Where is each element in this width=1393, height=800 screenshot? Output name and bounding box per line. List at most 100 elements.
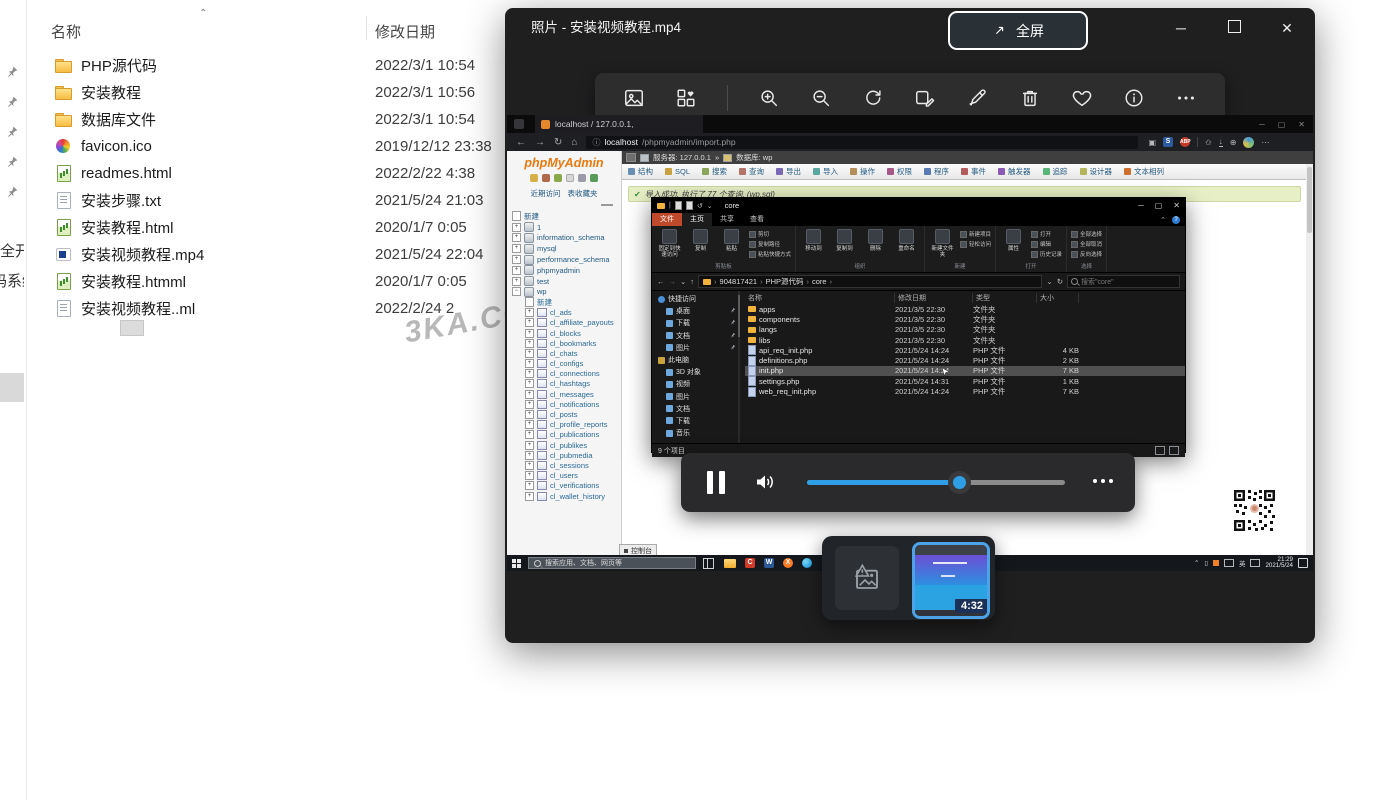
ribbon-small-button[interactable]: 全部选择	[1071, 230, 1102, 238]
back-icon[interactable]: ←	[516, 137, 526, 148]
path-segment[interactable]: PHP源代码	[766, 276, 804, 287]
refresh-icon[interactable]: ↻	[1057, 277, 1063, 286]
nav-item-desktop[interactable]: 桌面	[652, 305, 740, 317]
pma-db-item[interactable]: +mysql	[512, 243, 621, 254]
pma-table-item[interactable]: +cl_ads	[512, 308, 621, 318]
extension-s-icon[interactable]: S	[1163, 137, 1173, 147]
translate-icon[interactable]: ⊕	[1230, 138, 1237, 147]
pma-db-item[interactable]: 新建	[512, 211, 621, 222]
ribbon-button[interactable]: 复制到	[831, 228, 858, 252]
pinned-item-pin-icon[interactable]	[6, 116, 19, 146]
download-icon[interactable]: ↓	[1219, 137, 1223, 147]
file-row[interactable]: readmes.html2022/2/22 4:38	[40, 160, 502, 187]
nav-item-document[interactable]: 文档	[652, 330, 740, 342]
tree-expander-icon[interactable]: −	[512, 287, 521, 296]
browser-tab[interactable]: localhost / 127.0.0.1,	[535, 115, 703, 133]
file-row[interactable]: 安装教程2022/3/1 10:56	[40, 79, 502, 106]
player-more-button[interactable]	[1093, 479, 1113, 483]
qat-doc-icon[interactable]	[675, 201, 682, 210]
pma-db-item[interactable]: −wp	[512, 287, 621, 298]
pma-tab-9[interactable]: 事件	[955, 166, 992, 177]
tree-expander-icon[interactable]: +	[512, 244, 521, 253]
recent-dropdown-icon[interactable]: ⌄	[680, 277, 686, 286]
inner-minimize[interactable]: ─	[1138, 201, 1144, 210]
ribbon-small-button[interactable]: 剪切	[749, 230, 791, 238]
column-header-name[interactable]: 名称	[51, 21, 81, 42]
sort-ascending-icon[interactable]: ⌃	[199, 8, 207, 19]
path-segment[interactable]: core	[812, 277, 827, 286]
thumbnail-view-icon[interactable]	[1169, 446, 1179, 455]
tray-chevron-icon[interactable]: ⌃	[1194, 559, 1199, 567]
pma-tab-12[interactable]: 设计器	[1074, 166, 1119, 177]
nav-item-download[interactable]: 下载	[652, 415, 740, 427]
ribbon-button[interactable]: 固定到快速访问	[656, 228, 683, 258]
ribbon-small-button[interactable]: 新建项目	[960, 230, 991, 238]
pma-db-item[interactable]: +test	[512, 276, 621, 287]
pma-table-item[interactable]: +cl_verifications	[512, 481, 621, 491]
ribbon-button[interactable]: 删除	[862, 228, 889, 252]
ribbon-small-button[interactable]: 轻松访问	[960, 240, 991, 248]
pma-tab-7[interactable]: 权限	[881, 166, 918, 177]
logout-icon[interactable]	[542, 174, 550, 182]
volume-button[interactable]	[753, 470, 777, 499]
search-box[interactable]: 搜索"core"	[1067, 275, 1180, 288]
maximize-button[interactable]	[1226, 20, 1242, 36]
zoom-out-icon[interactable]	[810, 87, 832, 109]
column-separator[interactable]	[366, 16, 367, 40]
tree-expander-icon[interactable]: +	[525, 410, 534, 419]
details-view-icon[interactable]	[1155, 446, 1165, 455]
pma-tab-0[interactable]: 结构	[622, 166, 659, 177]
pinned-item-pin-icon[interactable]	[6, 146, 19, 176]
file-row[interactable]: 安装教程.html2020/1/7 0:05	[40, 214, 502, 241]
rotate-icon[interactable]	[862, 87, 884, 109]
current-video-thumbnail[interactable]: 4:32	[912, 542, 990, 619]
pma-tab-13[interactable]: 文本相列	[1118, 166, 1170, 177]
address-dropdown-icon[interactable]: ⌄	[1046, 277, 1052, 286]
task-view-icon[interactable]	[703, 558, 714, 569]
inner-close[interactable]: ✕	[1173, 201, 1180, 210]
nav-item-pictures[interactable]: 图片	[652, 391, 740, 403]
inner-file-row[interactable]: langs2021/3/5 22:30文件夹	[745, 325, 1185, 335]
tree-expander-icon[interactable]: +	[525, 339, 534, 348]
browser-menu-icon[interactable]: ⋯	[1261, 138, 1269, 147]
pma-table-item[interactable]: +cl_users	[512, 471, 621, 481]
nav-item-document[interactable]: 文档	[652, 403, 740, 415]
start-button[interactable]	[512, 559, 521, 568]
address-bar[interactable]: ⓘ localhost/phpmyadmin/import.php	[586, 136, 1138, 149]
edit-image-icon[interactable]	[914, 87, 936, 109]
tab-list-icon[interactable]	[514, 119, 524, 129]
ime-indicator[interactable]: 英	[1239, 558, 1246, 568]
ribbon-small-button[interactable]: 编辑	[1031, 240, 1062, 248]
delete-icon[interactable]	[1019, 87, 1041, 109]
notification-icon[interactable]	[1298, 558, 1308, 568]
docs-icon[interactable]	[566, 174, 574, 182]
minimize-button[interactable]: ─	[1173, 20, 1189, 36]
favorite-icon[interactable]	[1071, 87, 1093, 109]
column-header-date[interactable]: 修改日期	[375, 21, 435, 42]
explorer-app-icon[interactable]	[724, 559, 736, 568]
breadcrumb-server[interactable]: 服务器: 127.0.0.1	[653, 152, 711, 163]
nav-item-pictures[interactable]: 图片	[652, 342, 740, 354]
tree-expander-icon[interactable]: +	[525, 430, 534, 439]
ribbon-small-button[interactable]: 打开	[1031, 230, 1062, 238]
tree-expander-icon[interactable]: +	[525, 461, 534, 470]
browser-maximize[interactable]: ▢	[1278, 120, 1286, 129]
forward-icon[interactable]: →	[669, 277, 677, 286]
info-icon[interactable]	[1123, 87, 1145, 109]
tree-expander-icon[interactable]: +	[525, 481, 534, 490]
pma-table-item[interactable]: +cl_affiliate_payouts	[512, 318, 621, 328]
tab-home[interactable]: 主页	[682, 213, 712, 226]
xampp-tray-icon[interactable]	[1213, 560, 1219, 566]
pma-table-item[interactable]: +cl_publikes	[512, 440, 621, 450]
page-scrollbar[interactable]	[1306, 164, 1313, 555]
recent-link[interactable]: 近期访问	[531, 188, 561, 199]
tab-file[interactable]: 文件	[652, 213, 682, 226]
tree-expander-icon[interactable]: +	[512, 277, 521, 286]
file-row[interactable]: favicon.ico2019/12/12 23:38	[40, 133, 502, 160]
fullscreen-button[interactable]: 全屏	[948, 11, 1088, 50]
pma-table-item[interactable]: 新建	[512, 297, 621, 307]
pma-table-item[interactable]: +cl_connections	[512, 369, 621, 379]
ribbon-small-button[interactable]: 全部取消	[1071, 240, 1102, 248]
pma-db-item[interactable]: +performance_schema	[512, 254, 621, 265]
pinned-item-pin-icon[interactable]	[6, 86, 19, 116]
